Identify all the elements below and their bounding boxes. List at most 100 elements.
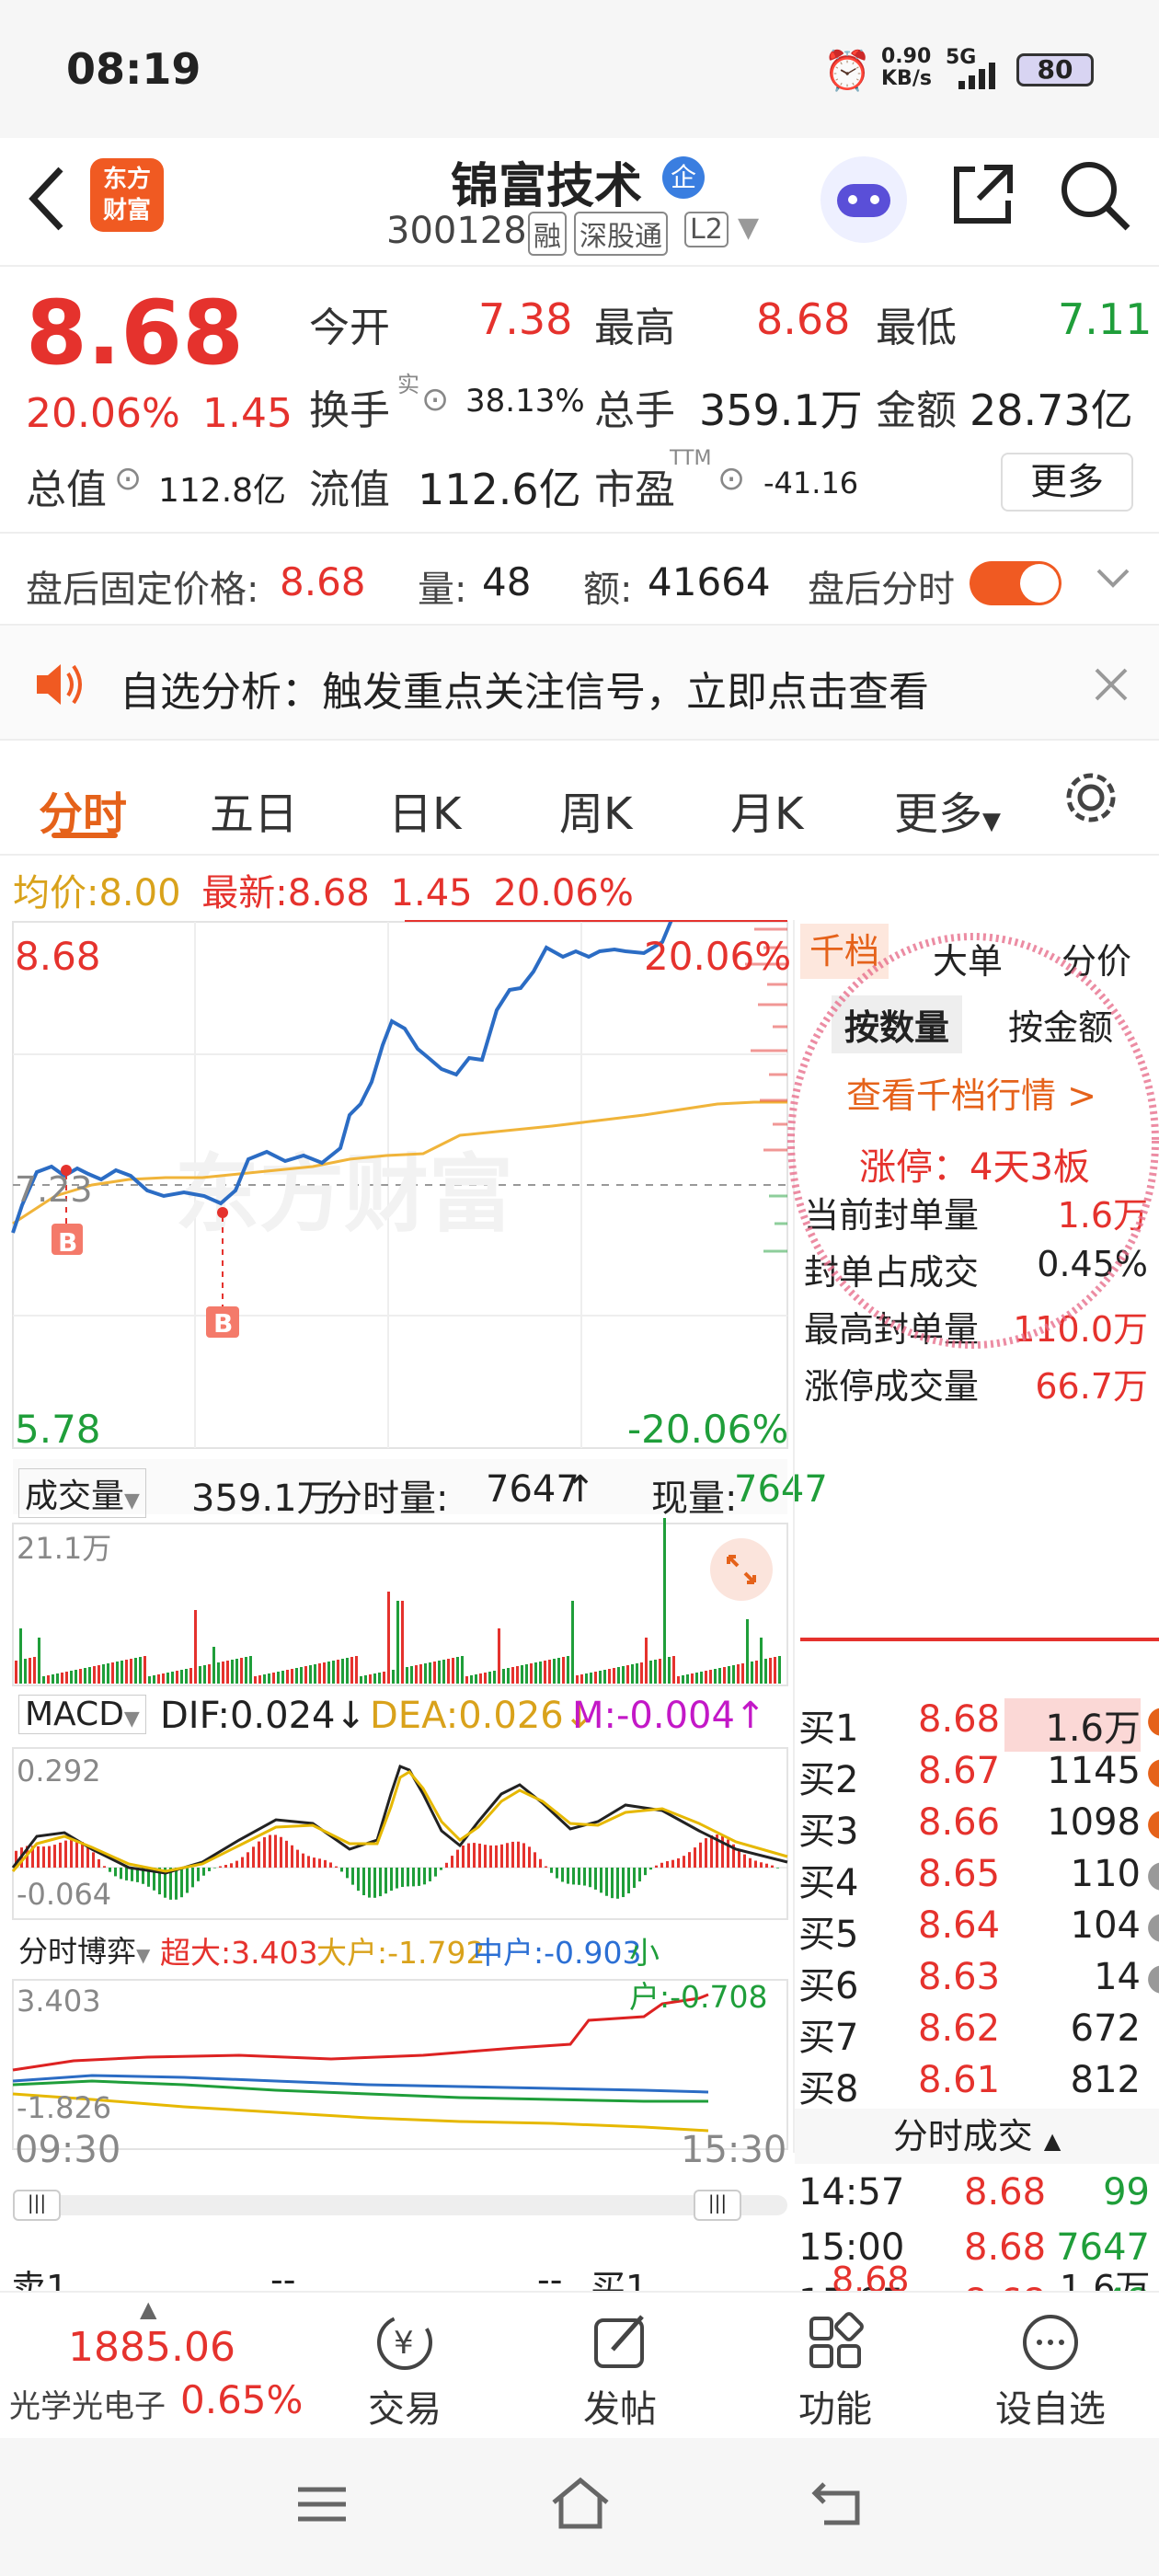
macd-bar: [594, 1868, 597, 1890]
back-arrow-icon[interactable]: [26, 164, 68, 234]
macd-bar: [390, 1868, 393, 1892]
function-button[interactable]: 功能: [789, 2309, 881, 2432]
bid-row[interactable]: 买18.681.6万●: [798, 1698, 1159, 1752]
robot-assistant-icon[interactable]: [820, 156, 907, 243]
macd-bar: [677, 1857, 680, 1868]
macd-bar: [671, 1859, 674, 1868]
after-price-label: 盘后固定价格:: [26, 569, 259, 611]
low-label: 最低: [876, 305, 957, 351]
dropdown-icon[interactable]: ▼: [738, 212, 759, 244]
amount-label: 金额: [876, 387, 957, 434]
indicator-select[interactable]: 成交量▼: [18, 1468, 146, 1518]
eastmoney-logo[interactable]: 东方 财富: [90, 158, 164, 232]
search-icon[interactable]: [1056, 156, 1133, 234]
volume-bar: [484, 1673, 487, 1684]
macd-bar: [776, 1868, 779, 1869]
macd-bar: [197, 1868, 200, 1881]
volume-bar: [622, 1666, 625, 1684]
macd-bar: [418, 1868, 420, 1886]
macd-bar: [456, 1849, 459, 1868]
bid-row[interactable]: 买7 8.62 672: [798, 2007, 1159, 2059]
macd-bar: [688, 1852, 691, 1868]
info-icon[interactable]: ⊙: [421, 381, 449, 419]
macd-bar: [42, 1846, 45, 1868]
macd-bar: [473, 1843, 476, 1868]
macd-bar: [434, 1868, 437, 1877]
macd-select[interactable]: MACD▼: [18, 1695, 146, 1734]
open-value: 7.38: [478, 294, 573, 344]
back-icon[interactable]: [809, 2477, 866, 2530]
volume-bar: [465, 1676, 468, 1684]
close-icon[interactable]: [1093, 666, 1130, 703]
info-icon[interactable]: ⊙: [114, 460, 142, 498]
volume-bar: [654, 1660, 657, 1684]
after-hours-toggle[interactable]: [970, 561, 1061, 605]
volume-bar: [56, 1673, 59, 1684]
flow-select[interactable]: 分时博弈▼: [18, 1928, 150, 1971]
volume-bar: [24, 1659, 27, 1684]
volume-bar: [511, 1667, 514, 1684]
volume-bar: [714, 1669, 717, 1684]
volume-bar: [277, 1672, 280, 1684]
macd-bar: [114, 1868, 117, 1877]
macd-bar: [346, 1868, 349, 1879]
volume-bar: [429, 1662, 431, 1684]
macd-bar: [683, 1856, 685, 1868]
volume-bar: [350, 1657, 353, 1684]
macd-bar: [484, 1845, 487, 1868]
volume-bar: [245, 1657, 247, 1684]
volume-bar: [424, 1663, 427, 1684]
volume-bar: [295, 1668, 298, 1684]
volume-bar: [226, 1661, 229, 1684]
volume-bar: [130, 1659, 132, 1684]
trades-title[interactable]: 分时成交 ▲: [795, 2109, 1159, 2164]
volume-bar: [603, 1670, 606, 1684]
volume-bar: [608, 1669, 611, 1684]
tab-5day[interactable]: 五日: [210, 777, 298, 842]
volume-bar: [479, 1673, 482, 1684]
volume-bar: [461, 1656, 464, 1684]
tab-weekly[interactable]: 周K: [559, 777, 632, 842]
macd-bar: [313, 1857, 316, 1868]
bid-row[interactable]: 买48.65110●: [798, 1853, 1159, 1904]
tick-volume-label: 分时量:: [326, 1478, 449, 1520]
tab-daily[interactable]: 日K: [388, 777, 461, 842]
trade-button[interactable]: ¥ 交易: [359, 2309, 451, 2432]
macd-bar: [340, 1868, 343, 1872]
share-icon[interactable]: [947, 158, 1019, 230]
macd-bar: [202, 1868, 205, 1876]
tab-more[interactable]: 更多▼: [894, 777, 1001, 842]
volume-bar: [401, 1601, 404, 1684]
pe-value: -41.16: [763, 466, 859, 500]
menu-icon[interactable]: [294, 2482, 350, 2528]
bid-row[interactable]: 买68.6314●: [798, 1956, 1159, 2007]
chevron-down-icon[interactable]: [1095, 565, 1131, 592]
flow-super: 超大:3.403: [160, 1935, 318, 1971]
index-name[interactable]: 光学光电子: [9, 2381, 166, 2426]
time-range-slider[interactable]: ||| |||: [13, 2190, 787, 2221]
volume-bar: [337, 1660, 339, 1684]
bid-row[interactable]: 买28.671145●: [798, 1750, 1159, 1801]
volume-bar: [525, 1664, 528, 1684]
index-pct[interactable]: 0.65%: [180, 2377, 303, 2422]
volume-bar: [29, 1658, 31, 1684]
info-icon[interactable]: ⊙: [717, 460, 745, 498]
volume-bar: [208, 1664, 211, 1684]
macd-bar: [561, 1868, 564, 1882]
bid-row[interactable]: 买38.661098●: [798, 1801, 1159, 1853]
macd-bar: [86, 1846, 89, 1868]
settings-gear-icon[interactable]: [1061, 768, 1120, 827]
volume-bar: [585, 1673, 588, 1684]
notice-bar[interactable]: 自选分析：触发重点关注信号，立即点击查看: [0, 626, 1159, 741]
bid-row[interactable]: 买58.64104●: [798, 1904, 1159, 1956]
tab-monthly[interactable]: 月K: [730, 777, 803, 842]
bid-row[interactable]: 买8 8.61 812: [798, 2059, 1159, 2110]
post-button[interactable]: 发帖: [574, 2309, 666, 2432]
volume-bar: [88, 1667, 91, 1684]
home-icon[interactable]: [548, 2475, 613, 2532]
index-value[interactable]: 1885.06: [68, 2324, 235, 2371]
add-watchlist-button[interactable]: 设自选: [986, 2309, 1115, 2432]
more-button[interactable]: 更多: [1001, 453, 1133, 512]
volume-bar: [217, 1662, 220, 1684]
volume-bar: [222, 1662, 224, 1684]
